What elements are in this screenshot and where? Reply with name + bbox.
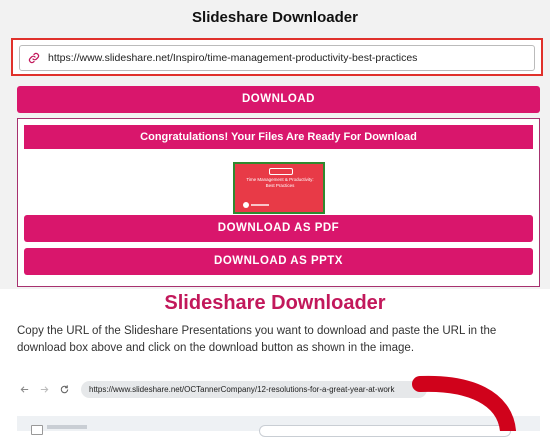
preview-input-pill — [259, 425, 511, 437]
downloader-panel: Slideshare Downloader https://www.slides… — [0, 0, 550, 289]
instructions-text: Copy the URL of the Slideshare Presentat… — [17, 325, 497, 354]
preview-checkbox — [31, 425, 43, 435]
download-button[interactable]: DOWNLOAD — [17, 86, 540, 113]
thumbnail-avatar — [243, 202, 249, 208]
address-bar: https://www.slideshare.net/OCTannerCompa… — [81, 380, 427, 398]
thumbnail-title: Time Management & Productivity: Best Pra… — [246, 177, 314, 188]
thumbnail-author-line — [251, 204, 269, 206]
link-icon — [26, 50, 42, 66]
forward-arrow-icon — [37, 382, 51, 396]
success-banner: Congratulations! Your Files Are Ready Fo… — [24, 125, 533, 149]
page-title: Slideshare Downloader — [192, 9, 358, 26]
section-heading: Slideshare Downloader — [164, 292, 386, 314]
browser-page-preview — [17, 416, 540, 437]
thumbnail-tag — [269, 168, 293, 175]
reload-icon — [57, 382, 71, 396]
preview-text-line — [47, 425, 87, 429]
url-input-highlight: https://www.slideshare.net/Inspiro/time-… — [11, 38, 543, 76]
download-result-card: Congratulations! Your Files Are Ready Fo… — [17, 118, 540, 287]
url-input[interactable]: https://www.slideshare.net/Inspiro/time-… — [19, 45, 535, 71]
back-arrow-icon — [17, 382, 31, 396]
download-pdf-button[interactable]: DOWNLOAD AS PDF — [24, 215, 533, 242]
download-pptx-button[interactable]: DOWNLOAD AS PPTX — [24, 248, 533, 275]
url-input-value: https://www.slideshare.net/Inspiro/time-… — [48, 52, 418, 64]
presentation-thumbnail: Time Management & Productivity: Best Pra… — [233, 162, 325, 214]
browser-screenshot-bar: https://www.slideshare.net/OCTannerCompa… — [17, 376, 540, 402]
